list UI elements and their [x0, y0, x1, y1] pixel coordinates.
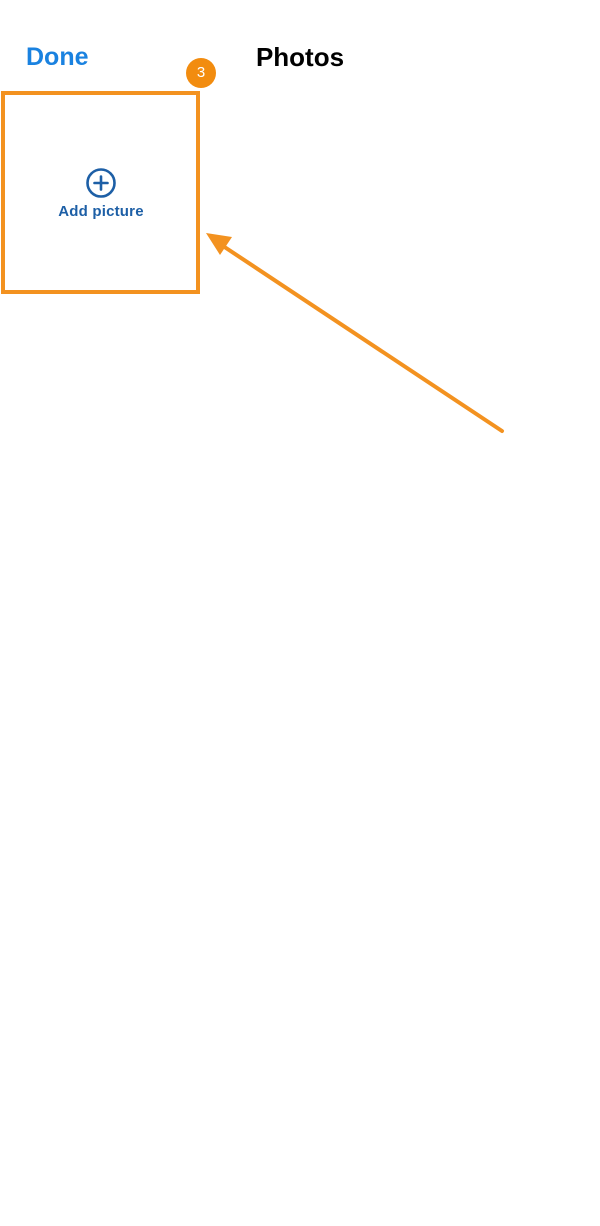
page-title: Photos [255, 42, 345, 72]
add-picture-label: Add picture [58, 202, 144, 220]
add-picture-button[interactable]: Add picture [4, 94, 198, 292]
step-badge: 3 [186, 58, 216, 88]
navigation-bar: Done Photos [0, 0, 600, 90]
plus-circle-icon [86, 167, 116, 198]
